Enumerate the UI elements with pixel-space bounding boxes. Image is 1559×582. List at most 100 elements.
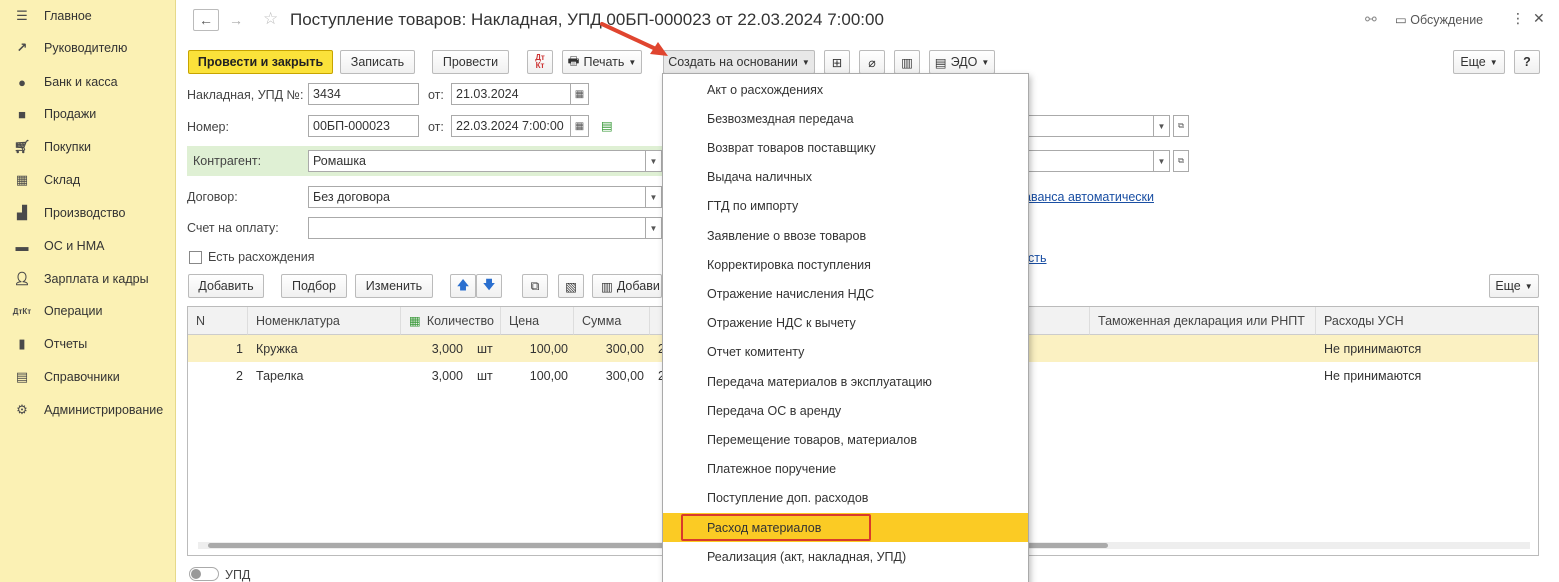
chevron-down-icon: ▼ <box>649 192 658 202</box>
warehouse-input[interactable] <box>1017 115 1154 137</box>
org-open-button[interactable]: ⧉ <box>1173 150 1189 172</box>
more-vert-icon[interactable]: ⋮ <box>1511 10 1525 27</box>
col-header-item[interactable]: Номенклатура <box>248 307 401 335</box>
menu-item[interactable]: Платежное поручение <box>663 455 1028 484</box>
col-header-qty[interactable]: ▦ Количество <box>401 307 501 335</box>
menu-item[interactable]: Акт о расхождениях <box>663 75 1028 104</box>
sidebar-item-manager[interactable]: ↗ Руководителю <box>0 36 176 60</box>
menu-item-label: ГТД по импорту <box>707 199 799 214</box>
sidebar-item-warehouse[interactable]: ▦ Склад <box>0 168 176 192</box>
add-row-button[interactable]: Добавить <box>188 274 264 298</box>
more-button[interactable]: Еще ▼ <box>1453 50 1505 74</box>
counterparty-dropdown[interactable]: ▼ <box>646 150 662 172</box>
col-header-n[interactable]: N <box>188 307 248 335</box>
contract-dropdown[interactable]: ▼ <box>646 186 662 208</box>
menu-item[interactable]: Отражение начисления НДС <box>663 279 1028 308</box>
sidebar-item-reports[interactable]: ▮ Отчеты <box>0 332 176 356</box>
copy-row-button[interactable]: ⧉ <box>522 274 548 298</box>
advance-link[interactable]: аванса автоматически <box>1024 190 1154 204</box>
contract-input[interactable]: Без договора <box>308 186 646 208</box>
add-barcode-button[interactable]: ▥ Добави <box>592 274 662 298</box>
number-date-input[interactable]: 22.03.2024 7:00:00 <box>451 115 571 137</box>
menu-item[interactable]: Корректировка поступления <box>663 250 1028 279</box>
settings-link[interactable]: сть <box>1028 251 1047 265</box>
sidebar-item-catalogs[interactable]: ▤ Справочники <box>0 365 176 389</box>
person-icon: 👤︎ <box>13 271 31 286</box>
discussion-button[interactable]: ▭ Обсуждение <box>1395 12 1483 27</box>
number-input[interactable]: 00БП-000023 <box>308 115 419 137</box>
post-and-close-button[interactable]: Провести и закрыть <box>188 50 333 74</box>
col-header-usn[interactable]: Расходы УСН <box>1316 307 1538 335</box>
favorite-star-icon[interactable]: ☆ <box>263 9 278 29</box>
menu-item[interactable]: Передача материалов в эксплуатацию <box>663 367 1028 396</box>
edo-icon: ▤ <box>934 55 947 70</box>
sidebar-item-purchases[interactable]: 🛒︎ Покупки <box>0 135 176 159</box>
invoice-date-input[interactable]: 21.03.2024 <box>451 83 571 105</box>
change-button[interactable]: Изменить <box>355 274 433 298</box>
sidebar-item-operations[interactable]: ДтКт Операции <box>0 299 176 323</box>
menu-item[interactable]: Заявление о ввозе товаров <box>663 221 1028 250</box>
menu-item[interactable]: Передача ОС в аренду <box>663 396 1028 425</box>
menu-item[interactable]: Отчет комитенту <box>663 338 1028 367</box>
sidebar-item-salary[interactable]: 👤︎ Зарплата и кадры <box>0 267 176 291</box>
create-based-label: Создать на основании <box>668 55 798 69</box>
book-icon: ▤ <box>15 369 29 384</box>
warehouse-open-button[interactable]: ⧉ <box>1173 115 1189 137</box>
counterparty-input[interactable]: Ромашка <box>308 150 646 172</box>
col-header-price[interactable]: Цена <box>501 307 574 335</box>
warehouse-dropdown[interactable]: ▼ <box>1154 115 1170 137</box>
payment-input[interactable] <box>308 217 646 239</box>
attach-button[interactable]: ⌀ <box>859 50 885 74</box>
col-header-customs[interactable]: Таможенная декларация или РНПТ <box>1090 307 1316 335</box>
structure-button[interactable]: ⊞ <box>824 50 850 74</box>
sidebar-item-label: Отчеты <box>44 337 88 351</box>
menu-item[interactable]: Реализация (акт, накладная, УПД) <box>663 542 1028 571</box>
number-date-label: от: <box>428 120 444 134</box>
pick-button[interactable]: Подбор <box>281 274 347 298</box>
paste-button[interactable]: ▧ <box>558 274 584 298</box>
menu-item[interactable]: Безвозмездная передача <box>663 104 1028 133</box>
back-button[interactable]: ← <box>193 9 219 31</box>
table-more-button[interactable]: Еще ▼ <box>1489 274 1539 298</box>
save-button[interactable]: Записать <box>340 50 415 74</box>
sidebar-item-admin[interactable]: ⚙ Администрирование <box>0 398 176 422</box>
org-input[interactable] <box>1017 150 1154 172</box>
invoice-number-input[interactable]: 3434 <box>308 83 419 105</box>
discrepancy-checkbox[interactable] <box>189 251 202 264</box>
move-down-button[interactable]: 🡇 <box>476 274 502 298</box>
payment-dropdown[interactable]: ▼ <box>646 217 662 239</box>
cell-qty: 3,000 <box>431 341 463 356</box>
col-header-sum[interactable]: Сумма <box>574 307 650 335</box>
edo-button[interactable]: ▤ ЭДО ▼ <box>929 50 995 74</box>
post-button[interactable]: Провести <box>432 50 509 74</box>
create-based-on-button[interactable]: Создать на основании ▼ <box>663 50 815 74</box>
menu-item[interactable]: Расход материалов <box>663 513 1028 542</box>
menu-item[interactable]: ГТД по импорту <box>663 192 1028 221</box>
link-icon[interactable]: ⚯ <box>1365 11 1377 28</box>
payment-label: Счет на оплату: <box>187 221 279 235</box>
move-up-button[interactable]: 🡅 <box>450 274 476 298</box>
menu-item[interactable]: Перемещение товаров, материалов <box>663 425 1028 454</box>
calendar-button[interactable]: ▦ <box>571 83 589 105</box>
close-icon[interactable]: ✕ <box>1533 10 1545 27</box>
dt-kt-button[interactable]: Дт Кт <box>527 50 553 74</box>
menu-item[interactable]: Выдача наличных <box>663 163 1028 192</box>
upd-toggle[interactable] <box>189 567 219 581</box>
sidebar-item-sales[interactable]: ■ Продажи <box>0 102 176 126</box>
sidebar-item-bank[interactable]: ● Банк и касса <box>0 70 176 94</box>
menu-item[interactable]: Отражение НДС к вычету <box>663 309 1028 338</box>
sidebar-item-production[interactable]: ▟ Производство <box>0 201 176 225</box>
sidebar-item-label: Продажи <box>44 107 97 121</box>
sidebar-item-assets[interactable]: ▬ ОС и НМА <box>0 234 176 258</box>
sidebar-item-label: Руководителю <box>44 41 128 55</box>
sidebar-item-main[interactable]: ☰ Главное <box>0 4 176 28</box>
calendar-button[interactable]: ▦ <box>571 115 589 137</box>
menu-item[interactable]: Поступление доп. расходов <box>663 484 1028 513</box>
menu-item[interactable]: Возврат товаров поставщику <box>663 133 1028 162</box>
help-button[interactable]: ? <box>1514 50 1540 74</box>
document-button[interactable]: ▥ <box>894 50 920 74</box>
forward-button[interactable]: → <box>223 9 249 31</box>
cell-price: 100,00 <box>529 368 568 383</box>
org-dropdown[interactable]: ▼ <box>1154 150 1170 172</box>
table-check-icon[interactable]: ▤ <box>601 118 613 133</box>
